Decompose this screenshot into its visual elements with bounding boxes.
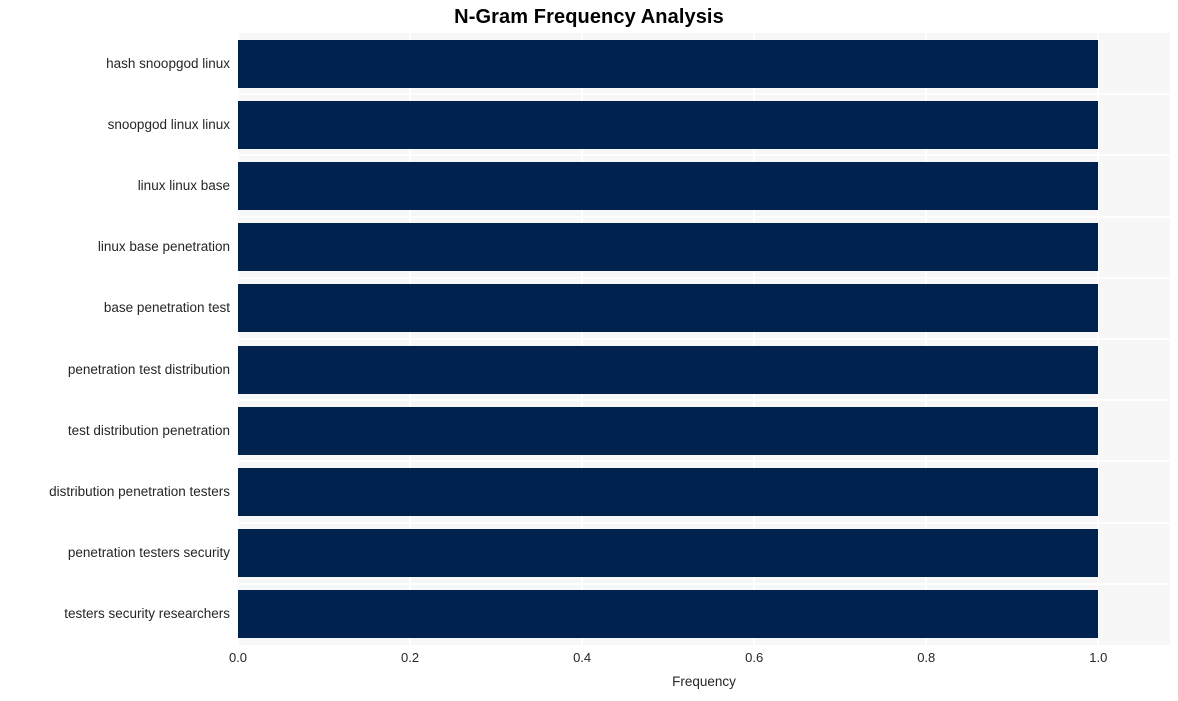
y-tick-label: base penetration test [103,300,230,316]
bar [238,284,1099,333]
plot-area [238,33,1170,645]
bar [238,223,1099,272]
bars-layer [238,33,1170,645]
bar [238,39,1099,88]
bar [238,529,1099,578]
chart-figure: N-Gram Frequency Analysis hash snoopgod … [0,0,1178,701]
bar [238,468,1099,516]
bar [238,162,1099,210]
y-tick-label: penetration test distribution [67,361,230,377]
x-axis-title: Frequency [672,674,736,689]
x-tick-label: 0.8 [917,650,936,665]
y-tick-label: test distribution penetration [67,422,230,438]
x-tick-label: 0.6 [745,650,764,665]
y-tick-label: testers security researchers [64,606,230,622]
x-tick-label: 1.0 [1089,650,1108,665]
y-tick-label: snoopgod linux linux [107,116,230,132]
bar [238,406,1099,455]
x-tick-label: 0.4 [573,650,592,665]
y-axis-tick-labels: hash snoopgod linux snoopgod linux linux l… [0,33,230,645]
x-tick-label: 0.0 [228,650,248,665]
x-axis-tick-labels: 0.0 0.2 0.4 0.6 0.8 1.0 [229,650,1170,670]
y-tick-label: penetration testers security [67,545,230,561]
y-tick-label: linux base penetration [97,239,230,255]
y-tick-label: linux linux base [137,178,230,193]
y-tick-label: hash snoopgod linux [106,55,230,71]
chart-title: N-Gram Frequency Analysis [454,6,724,28]
bar [238,345,1099,394]
bar [238,100,1099,149]
y-tick-label: distribution penetration testers [49,484,230,499]
x-tick-label: 0.2 [401,650,420,665]
bar [238,590,1099,639]
